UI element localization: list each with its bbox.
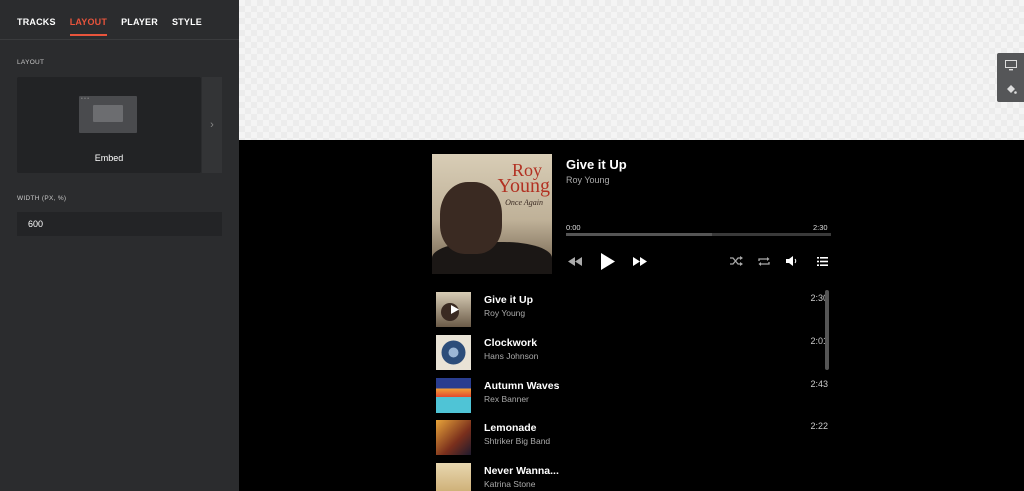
track-title: Never Wanna...	[484, 465, 559, 477]
track-thumbnail	[436, 335, 471, 370]
track-thumbnail	[436, 292, 471, 327]
volume-icon	[786, 256, 797, 266]
layout-option-embed[interactable]: • • • Embed	[17, 77, 201, 173]
progress-bar[interactable]	[566, 233, 831, 236]
shuffle-button[interactable]	[729, 255, 743, 267]
track-item[interactable]: Give it Up Roy Young 2:30	[436, 292, 828, 328]
next-button[interactable]	[632, 255, 648, 267]
monitor-icon[interactable]	[997, 53, 1024, 77]
width-input[interactable]	[17, 212, 222, 236]
tab-tracks[interactable]: TRACKS	[17, 0, 56, 39]
track-duration: 2:43	[810, 379, 828, 389]
playlist-icon	[816, 256, 828, 266]
track-artist: Shtriker Big Band	[484, 436, 551, 446]
preview-background	[239, 0, 1024, 140]
track-thumbnail	[436, 463, 471, 491]
track-item[interactable]: Lemonade Shtriker Big Band 2:22	[436, 420, 828, 456]
layout-next-button[interactable]: ›	[202, 77, 222, 173]
progress-fill	[566, 233, 712, 236]
track-list-scrollbar[interactable]	[825, 290, 829, 370]
track-title: Autumn Waves	[484, 380, 560, 392]
playlist-button[interactable]	[815, 255, 829, 267]
previous-button[interactable]	[567, 255, 583, 267]
layout-thumbnail: • • •	[79, 96, 137, 133]
width-label: WIDTH (PX, %)	[17, 195, 67, 202]
track-artist: Roy Young	[484, 308, 526, 318]
track-thumbnail	[436, 378, 471, 413]
album-cover: Roy Young Once Again	[432, 154, 552, 274]
total-time: 2:30	[813, 223, 828, 232]
fast-forward-icon	[633, 256, 647, 266]
track-artist: Katrina Stone	[484, 479, 536, 489]
track-item[interactable]: Never Wanna... Katrina Stone	[436, 463, 828, 491]
track-artist: Rex Banner	[484, 394, 529, 404]
layout-section-label: LAYOUT	[17, 59, 45, 66]
rewind-icon	[568, 256, 582, 266]
settings-tabs: TRACKS LAYOUT PLAYER STYLE	[0, 0, 239, 40]
chevron-right-icon: ›	[210, 119, 214, 131]
track-duration: 2:22	[810, 421, 828, 431]
shuffle-icon	[729, 256, 743, 266]
repeat-icon	[758, 256, 770, 266]
side-toolbar	[997, 53, 1024, 102]
tab-style[interactable]: STYLE	[172, 0, 202, 39]
now-playing-title: Give it Up	[566, 157, 627, 172]
repeat-button[interactable]	[757, 255, 771, 267]
volume-button[interactable]	[785, 255, 799, 267]
now-playing-artist: Roy Young	[566, 175, 610, 185]
settings-sidebar: TRACKS LAYOUT PLAYER STYLE LAYOUT • • • …	[0, 0, 239, 491]
track-artist: Hans Johnson	[484, 351, 539, 361]
track-title: Lemonade	[484, 422, 537, 434]
layout-option-name: Embed	[94, 153, 124, 163]
play-button[interactable]	[599, 252, 617, 270]
current-time: 0:00	[566, 223, 581, 232]
track-item[interactable]: Clockwork Hans Johnson 2:01	[436, 335, 828, 371]
track-thumbnail	[436, 420, 471, 455]
play-icon	[601, 252, 615, 270]
tab-player[interactable]: PLAYER	[121, 0, 158, 39]
cover-title-line2: Young	[497, 175, 550, 197]
tab-layout[interactable]: LAYOUT	[69, 0, 108, 39]
track-item[interactable]: Autumn Waves Rex Banner 2:43	[436, 378, 828, 414]
track-title: Give it Up	[484, 294, 534, 306]
track-title: Clockwork	[484, 337, 538, 349]
paint-bucket-icon[interactable]	[997, 77, 1024, 101]
cover-subtitle: Once Again	[505, 198, 543, 207]
play-icon	[441, 303, 459, 321]
